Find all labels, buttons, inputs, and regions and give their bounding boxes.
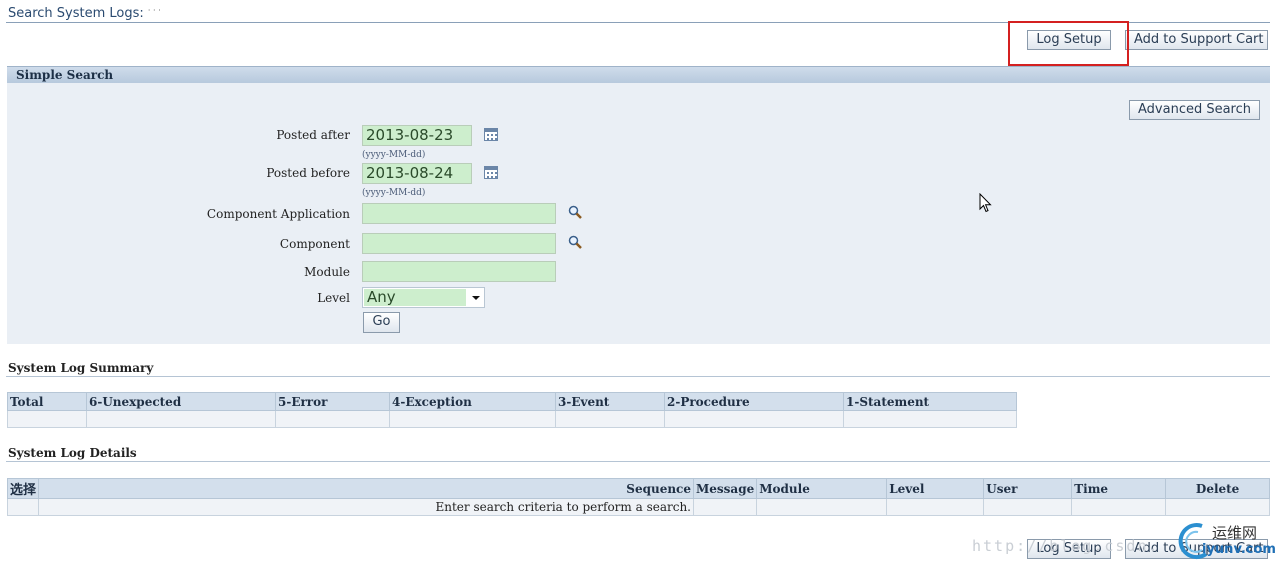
- posted-before-hint: (yyyy-MM-dd): [362, 188, 426, 198]
- level-select-value: Any: [364, 289, 466, 306]
- details-col-message[interactable]: Message: [692, 478, 758, 499]
- summary-cell: [389, 410, 556, 428]
- page-title-text: Search System Logs:: [8, 6, 144, 21]
- posted-after-input[interactable]: 2013-08-23: [362, 125, 472, 146]
- summary-col-exception: 4-Exception: [389, 392, 556, 411]
- watermark-text: http://blog.csdn.: [972, 537, 1160, 555]
- component-label: Component: [279, 237, 350, 251]
- summary-table: Total 6-Unexpected 5-Error 4-Exception 3…: [7, 392, 1017, 428]
- summary-cell: [555, 410, 665, 428]
- details-table: 选择 Sequence Message Module Level User Ti…: [7, 478, 1270, 516]
- details-cell: [692, 498, 758, 516]
- go-button[interactable]: Go: [363, 312, 400, 333]
- details-empty-row: Enter search criteria to perform a searc…: [7, 498, 1270, 516]
- details-col-select: 选择: [7, 478, 39, 499]
- details-col-user[interactable]: User: [983, 478, 1073, 499]
- chevron-down-icon: [472, 296, 480, 300]
- component-application-input[interactable]: [362, 203, 556, 224]
- posted-before-label: Posted before: [266, 166, 350, 180]
- component-application-label: Component Application: [206, 207, 350, 221]
- details-cell: [983, 498, 1073, 516]
- details-empty-message: Enter search criteria to perform a searc…: [38, 498, 694, 516]
- summary-header: System Log Summary: [8, 361, 154, 375]
- summary-col-statement: 1-Statement: [843, 392, 1017, 411]
- logo-text: 运维网: [1212, 524, 1258, 542]
- details-divider: [6, 461, 1270, 462]
- details-col-module[interactable]: Module: [756, 478, 888, 499]
- summary-divider: [6, 376, 1270, 377]
- summary-cell: [7, 410, 87, 428]
- summary-col-procedure: 2-Procedure: [664, 392, 844, 411]
- details-col-sequence[interactable]: Sequence: [38, 478, 694, 499]
- posted-after-calendar-icon[interactable]: [484, 128, 498, 141]
- details-cell: [7, 498, 39, 516]
- details-cell: [756, 498, 888, 516]
- details-header-row: 选择 Sequence Message Module Level User Ti…: [7, 478, 1270, 499]
- module-input[interactable]: [362, 261, 556, 282]
- summary-col-event: 3-Event: [555, 392, 665, 411]
- level-label: Level: [317, 291, 350, 305]
- details-cell: [1165, 498, 1270, 516]
- summary-header-row: Total 6-Unexpected 5-Error 4-Exception 3…: [7, 392, 1017, 411]
- page-title-suffix: · · ·: [147, 6, 161, 15]
- logo-subtext: iyunv.com: [1202, 542, 1276, 557]
- simple-search-header: Simple Search: [7, 66, 1270, 83]
- details-col-level[interactable]: Level: [886, 478, 985, 499]
- summary-col-unexpected: 6-Unexpected: [86, 392, 276, 411]
- site-logo: 运维网 iyunv.com: [1172, 520, 1276, 562]
- mouse-cursor-icon: [979, 193, 992, 213]
- posted-before-input[interactable]: 2013-08-24: [362, 163, 472, 184]
- advanced-search-button[interactable]: Advanced Search: [1129, 100, 1260, 120]
- summary-cell: [664, 410, 844, 428]
- add-to-support-cart-button[interactable]: Add to Support Cart: [1125, 30, 1268, 50]
- posted-after-label: Posted after: [276, 128, 350, 142]
- highlight-box: [1008, 21, 1129, 66]
- summary-cell: [843, 410, 1017, 428]
- summary-row: [7, 410, 1017, 428]
- summary-cell: [275, 410, 390, 428]
- module-label: Module: [304, 265, 350, 279]
- simple-search-title: Simple Search: [16, 68, 114, 82]
- summary-col-total: Total: [7, 392, 87, 411]
- component-application-search-icon[interactable]: [568, 205, 582, 219]
- details-col-delete: Delete: [1165, 478, 1270, 499]
- summary-col-error: 5-Error: [275, 392, 390, 411]
- details-cell: [1071, 498, 1167, 516]
- page-title: Search System Logs: · · ·: [8, 6, 161, 21]
- level-select[interactable]: Any: [362, 287, 485, 308]
- component-input[interactable]: [362, 233, 556, 254]
- posted-before-calendar-icon[interactable]: [484, 166, 498, 179]
- posted-after-hint: (yyyy-MM-dd): [362, 150, 426, 160]
- component-search-icon[interactable]: [568, 235, 582, 249]
- summary-cell: [86, 410, 276, 428]
- details-cell: [886, 498, 985, 516]
- details-header: System Log Details: [8, 446, 137, 460]
- details-col-time[interactable]: Time: [1071, 478, 1167, 499]
